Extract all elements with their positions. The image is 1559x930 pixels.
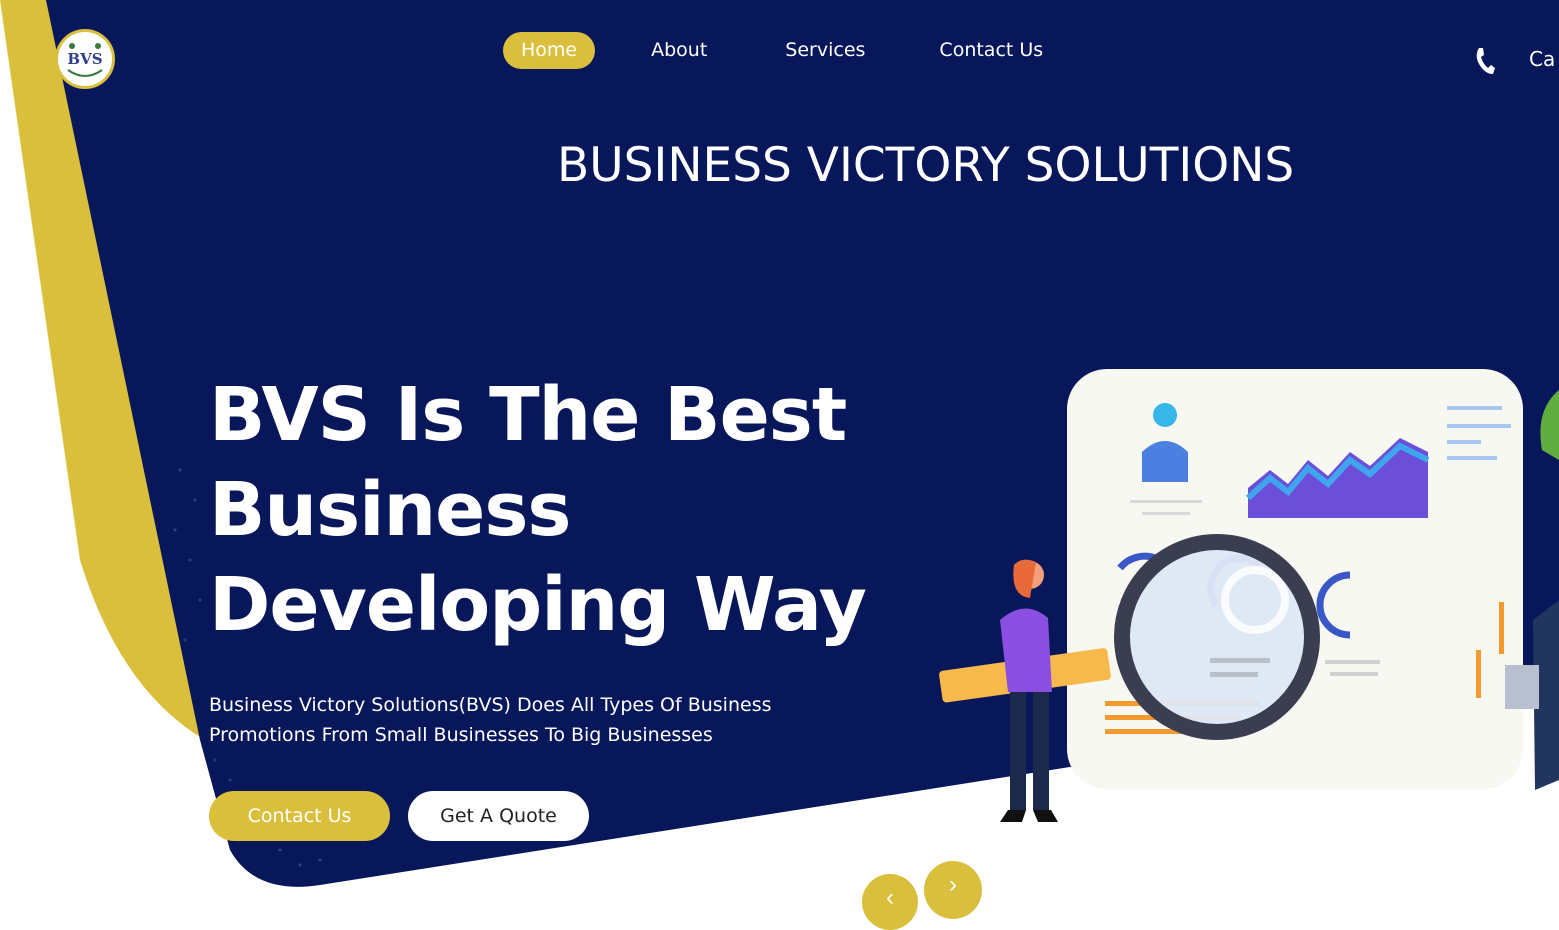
avatar-head xyxy=(1153,403,1177,427)
plant-leaf xyxy=(1540,390,1559,460)
company-name-heading: BUSINESS VICTORY SOLUTIONS xyxy=(557,138,1295,193)
business-analysis-illustration xyxy=(939,369,1559,822)
avatar-body xyxy=(1142,441,1188,482)
get-a-quote-button[interactable]: Get A Quote xyxy=(408,791,589,841)
nav-about[interactable]: About xyxy=(633,32,725,69)
hero-title-line-2: Business xyxy=(209,467,571,553)
nav-home[interactable]: Home xyxy=(503,32,596,69)
hero-subtitle: Business Victory Solutions(BVS) Does All… xyxy=(209,690,829,750)
hero-title-line-3: Developing Way xyxy=(209,562,867,648)
hero-subtitle-line-1: Business Victory Solutions(BVS) Does All… xyxy=(209,694,772,716)
hero-title: BVS Is The Best Business Developing Way xyxy=(209,368,929,653)
phone-icon[interactable] xyxy=(1474,46,1496,76)
main-nav: Home About Services Contact Us xyxy=(503,32,1099,69)
slider-prev-button[interactable]: ‹ xyxy=(862,874,918,930)
hero-subtitle-line-2: Promotions From Small Businesses To Big … xyxy=(209,724,713,746)
logo-text: BVS xyxy=(67,50,103,68)
chevron-right-icon: › xyxy=(949,871,957,898)
brand-logo[interactable]: BVS xyxy=(55,29,115,89)
slider-next-button[interactable]: › xyxy=(924,861,982,919)
nav-contact-us[interactable]: Contact Us xyxy=(921,32,1061,69)
call-label[interactable]: Ca xyxy=(1529,47,1555,71)
hero-title-line-1: BVS Is The Best xyxy=(209,372,847,458)
chevron-left-icon: ‹ xyxy=(886,884,894,911)
person-torso xyxy=(1000,608,1052,692)
nav-services[interactable]: Services xyxy=(767,32,883,69)
contact-us-button[interactable]: Contact Us xyxy=(209,791,390,841)
